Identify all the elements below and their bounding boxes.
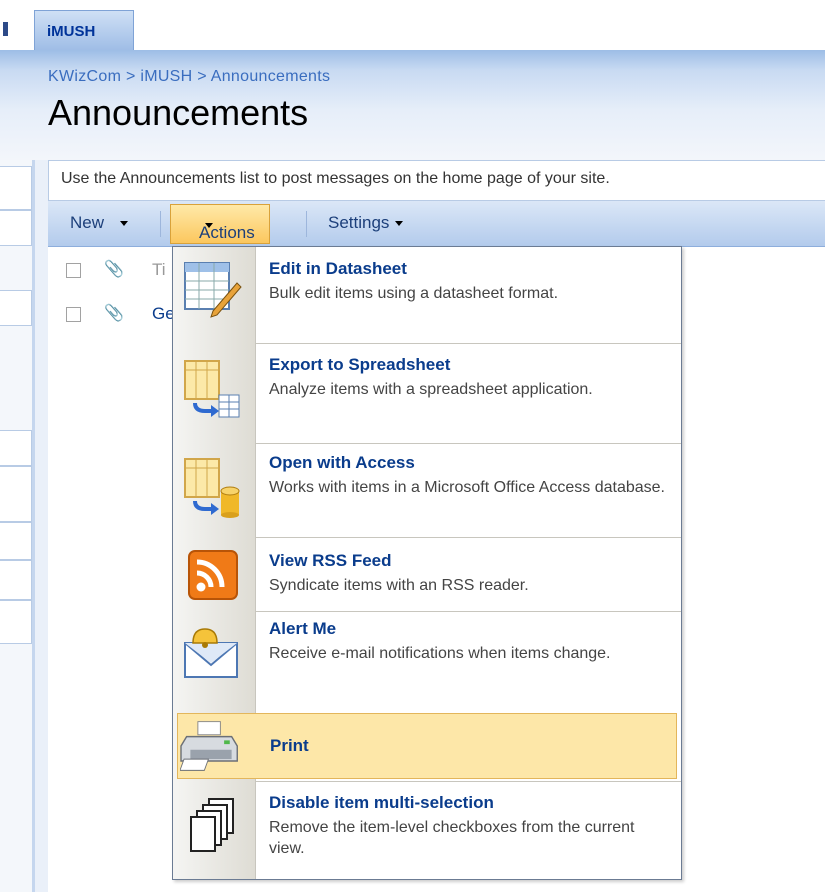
actions-dropdown-menu: Edit in Datasheet Bulk edit items using …: [172, 246, 682, 880]
nav-item[interactable]: [0, 466, 32, 522]
site-tab-imush[interactable]: iMUSH: [34, 10, 134, 50]
breadcrumb[interactable]: KWizCom > iMUSH > Announcements: [48, 68, 330, 86]
site-tab-label: iMUSH: [47, 23, 96, 40]
menu-item-desc: Receive e-mail notifications when items …: [269, 645, 611, 662]
attachment-icon: 📎: [104, 303, 124, 322]
menu-item-print[interactable]: Print: [177, 713, 677, 779]
title-area: KWizCom > iMUSH > Announcements Announce…: [0, 50, 825, 160]
prev-tab-fragment[interactable]: [0, 0, 34, 50]
nav-item[interactable]: [0, 166, 32, 210]
menu-item-open-with-access[interactable]: Open with Access Works with items in a M…: [173, 445, 681, 537]
actions-menu-button[interactable]: Actions: [170, 204, 270, 244]
settings-menu-button[interactable]: Settings: [328, 213, 404, 233]
menu-item-desc: Analyze items with a spreadsheet applica…: [269, 381, 593, 398]
printer-icon: [180, 721, 238, 771]
nav-item[interactable]: [0, 210, 32, 246]
menu-item-title: Disable item multi-selection: [269, 793, 494, 812]
list-toolbar: New Actions Settings: [48, 201, 825, 247]
settings-label: Settings: [328, 213, 390, 232]
list-header-row: 📎 Ti: [48, 256, 178, 290]
chevron-down-icon: [395, 221, 404, 227]
top-nav-bar: iMUSH: [0, 0, 825, 50]
menu-item-desc: Bulk edit items using a datasheet format…: [269, 285, 559, 302]
title-column-header[interactable]: Ti: [152, 260, 166, 280]
access-icon: [184, 458, 240, 518]
chevron-down-icon: [205, 223, 213, 228]
nav-item[interactable]: [0, 522, 32, 560]
row-checkbox[interactable]: [66, 307, 81, 322]
toolbar-divider: [160, 211, 161, 237]
new-label: New: [70, 213, 105, 232]
menu-item-view-rss-feed[interactable]: View RSS Feed Syndicate items with an RS…: [173, 539, 681, 611]
chevron-down-icon: [120, 221, 129, 227]
menu-item-title: Export to Spreadsheet: [269, 355, 451, 374]
left-gutter: [35, 160, 48, 892]
page-title: Announcements: [48, 92, 309, 133]
menu-item-desc: Remove the item-level checkboxes from th…: [269, 819, 635, 857]
alert-icon: [184, 628, 238, 678]
menu-item-disable-multi-selection[interactable]: Disable item multi-selection Remove the …: [173, 783, 681, 879]
spreadsheet-icon: [184, 360, 240, 418]
nav-item[interactable]: [0, 600, 32, 644]
list-description-text: Use the Announcements list to post messa…: [61, 170, 610, 187]
datasheet-icon: [184, 262, 242, 318]
menu-item-title: Edit in Datasheet: [269, 259, 407, 278]
nav-item[interactable]: [0, 430, 32, 466]
menu-item-desc: Syndicate items with an RSS reader.: [269, 577, 529, 594]
menu-item-title: View RSS Feed: [269, 551, 392, 570]
rss-icon: [188, 550, 238, 600]
nav-item[interactable]: [0, 560, 32, 600]
menu-item-title: Print: [270, 736, 309, 755]
toolbar-divider: [306, 211, 307, 237]
menu-item-title: Open with Access: [269, 453, 415, 472]
table-row: 📎 Ge: [48, 300, 178, 334]
new-menu-button[interactable]: New: [70, 213, 129, 233]
menu-item-desc: Works with items in a Microsoft Office A…: [269, 479, 665, 496]
select-all-checkbox[interactable]: [66, 263, 81, 278]
menu-item-export-to-spreadsheet[interactable]: Export to Spreadsheet Analyze items with…: [173, 345, 681, 441]
menu-item-alert-me[interactable]: Alert Me Receive e-mail notifications wh…: [173, 613, 681, 709]
menu-item-edit-in-datasheet[interactable]: Edit in Datasheet Bulk edit items using …: [173, 247, 681, 341]
list-description: Use the Announcements list to post messa…: [48, 160, 825, 201]
pages-icon: [190, 798, 234, 852]
attachment-icon: 📎: [104, 259, 124, 278]
menu-item-title: Alert Me: [269, 619, 337, 638]
quick-launch: [0, 160, 35, 892]
nav-item[interactable]: [0, 290, 32, 326]
